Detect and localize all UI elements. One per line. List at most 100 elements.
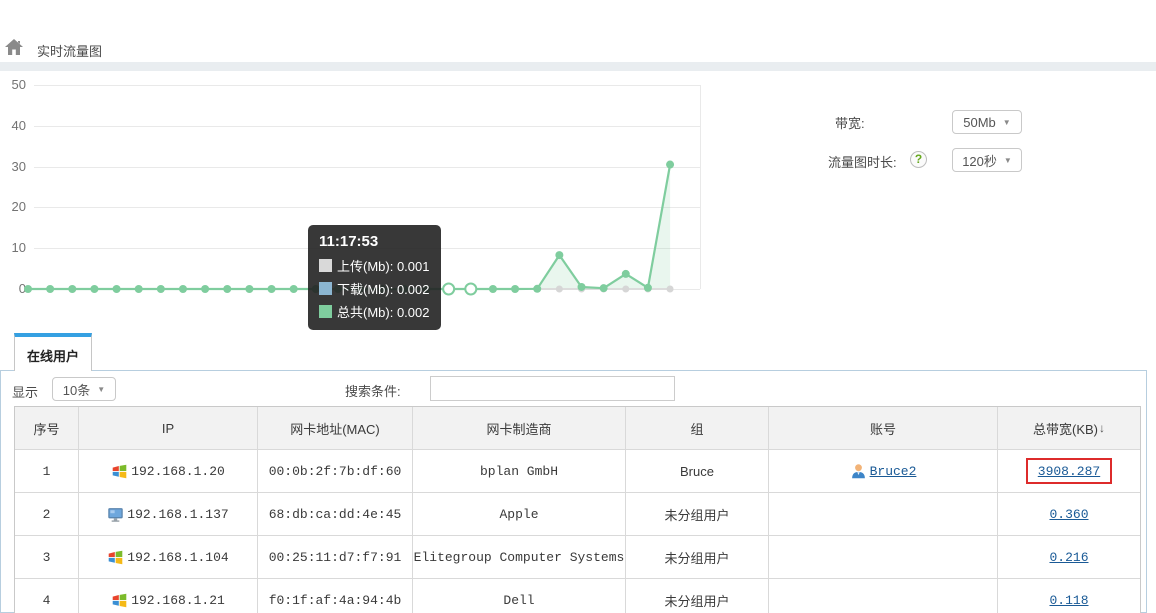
column-header-2[interactable]: 网卡地址(MAC)	[258, 407, 413, 449]
windows-os-icon	[108, 550, 123, 564]
help-icon[interactable]: ?	[910, 151, 927, 168]
cell-mac: 68:db:ca:dd:4e:45	[258, 493, 413, 535]
column-header-3[interactable]: 网卡制造商	[413, 407, 626, 449]
total-point-hollow[interactable]	[464, 282, 478, 296]
column-header-1[interactable]: IP	[79, 407, 258, 449]
secondary-point	[666, 285, 674, 293]
windows-os-icon	[112, 464, 127, 478]
duration-select[interactable]: 120秒 ▼	[952, 148, 1022, 172]
total-point[interactable]	[90, 285, 99, 293]
total-point[interactable]	[599, 284, 608, 293]
cell-mac: f0:1f:af:4a:94:4b	[258, 579, 413, 613]
cell-group: Bruce	[626, 450, 769, 492]
bandwidth-link[interactable]: 3908.287	[1038, 464, 1100, 479]
column-header-0[interactable]: 序号	[15, 407, 79, 449]
cell-bandwidth: 0.216	[998, 536, 1140, 578]
cell-group: 未分组用户	[626, 493, 769, 535]
total-point[interactable]	[134, 285, 143, 293]
cell-account: Bruce2	[769, 450, 998, 492]
total-point-hollow[interactable]	[442, 282, 456, 296]
tab-online-users[interactable]: 在线用户	[14, 333, 92, 371]
tooltip-total-label: 总共(Mb)	[337, 305, 390, 320]
tooltip-total-value: 0.002	[396, 305, 430, 320]
total-point[interactable]	[267, 285, 276, 293]
page-title: 实时流量图	[37, 44, 103, 59]
cell-index: 1	[15, 450, 79, 492]
total-point[interactable]	[223, 285, 232, 293]
chevron-down-icon: ▼	[97, 384, 106, 394]
tooltip-download-label: 下载(Mb)	[337, 282, 390, 297]
chevron-down-icon: ▼	[1003, 155, 1012, 165]
total-point[interactable]	[201, 285, 210, 293]
duration-label: 流量图时长:	[828, 155, 897, 170]
cell-vendor: Dell	[413, 579, 626, 613]
bandwidth-link[interactable]: 0.216	[1049, 550, 1088, 565]
total-point[interactable]	[555, 251, 564, 260]
total-point[interactable]	[488, 285, 497, 293]
cell-ip: 192.168.1.104	[79, 536, 258, 578]
total-point[interactable]	[68, 285, 77, 293]
bandwidth-link[interactable]: 0.118	[1049, 593, 1088, 608]
upload-swatch	[319, 259, 332, 272]
total-point[interactable]	[24, 285, 32, 293]
column-header-4[interactable]: 组	[626, 407, 769, 449]
chevron-down-icon: ▼	[1002, 117, 1011, 127]
table-row: 3 192.168.1.104 00:25:11:d7:f7:91 Elitegro…	[15, 535, 1140, 578]
tooltip-upload-label: 上传(Mb)	[337, 259, 390, 274]
total-point[interactable]	[643, 283, 652, 292]
page-size-select[interactable]: 10条 ▼	[52, 377, 116, 401]
total-point[interactable]	[511, 285, 520, 293]
tooltip-download-value: 0.002	[396, 282, 430, 297]
sort-descending-icon: ↓	[1099, 421, 1105, 435]
search-label: 搜索条件:	[345, 384, 401, 399]
cell-mac: 00:25:11:d7:f7:91	[258, 536, 413, 578]
show-label: 显示	[12, 385, 39, 400]
windows-os-icon	[112, 593, 127, 607]
home-icon-glyph	[5, 39, 23, 55]
cell-account	[769, 579, 998, 613]
cell-bandwidth: 0.360	[998, 493, 1140, 535]
total-point[interactable]	[621, 269, 630, 278]
bandwidth-label: 带宽:	[835, 116, 865, 131]
online-users-table: 序号 IP 网卡地址(MAC) 网卡制造商组账号 总带宽(KB) ↓ 1 192.168.…	[14, 406, 1141, 613]
secondary-point	[622, 285, 630, 293]
tooltip-time: 11:17:53	[319, 233, 379, 250]
total-point[interactable]	[46, 285, 55, 293]
duration-select-value: 120秒	[962, 153, 997, 169]
cell-ip: 192.168.1.21	[79, 579, 258, 613]
chart-tooltip: 11:17:53 上传(Mb): 0.001 下载(Mb): 0.002 总共(…	[308, 225, 441, 330]
table-row: 2 192.168.1.137 68:db:ca:dd:4e:45 Apple 未分组…	[15, 492, 1140, 535]
user-icon	[851, 463, 865, 478]
cell-mac: 00:0b:2f:7b:df:60	[258, 450, 413, 492]
bandwidth-link[interactable]: 0.360	[1049, 507, 1088, 522]
column-header-5[interactable]: 账号	[769, 407, 998, 449]
cell-bandwidth: 3908.287	[998, 450, 1140, 492]
total-point[interactable]	[577, 282, 586, 291]
cell-vendor: bplan GmbH	[413, 450, 626, 492]
total-point[interactable]	[245, 285, 254, 293]
cell-index: 2	[15, 493, 79, 535]
total-point[interactable]	[156, 285, 165, 293]
bandwidth-select[interactable]: 50Mb ▼	[952, 110, 1022, 134]
total-point[interactable]	[533, 284, 542, 293]
tooltip-upload-value: 0.001	[396, 259, 430, 274]
table-row: 1 192.168.1.20 00:0b:2f:7b:df:60 bplan Gmb…	[15, 449, 1140, 492]
account-link[interactable]: Bruce2	[870, 464, 917, 479]
total-point[interactable]	[178, 285, 187, 293]
cell-ip: 192.168.1.137	[79, 493, 258, 535]
cell-account	[769, 536, 998, 578]
table-row: 4 192.168.1.21 f0:1f:af:4a:94:4b Dell 未分组用户…	[15, 578, 1140, 613]
column-header-6[interactable]: 总带宽(KB) ↓	[998, 407, 1140, 449]
total-point[interactable]	[666, 160, 675, 169]
table-header-row: 序号 IP 网卡地址(MAC) 网卡制造商组账号 总带宽(KB) ↓	[15, 407, 1140, 449]
total-point[interactable]	[112, 285, 121, 293]
cell-vendor: Elitegroup Computer Systems	[413, 536, 626, 578]
total-point[interactable]	[289, 285, 298, 293]
cell-vendor: Apple	[413, 493, 626, 535]
bandwidth-select-value: 50Mb	[963, 114, 996, 130]
home-icon[interactable]	[4, 37, 24, 57]
tooltip-row-download: 下载(Mb): 0.002	[319, 279, 430, 298]
cell-ip: 192.168.1.20	[79, 450, 258, 492]
cell-group: 未分组用户	[626, 579, 769, 613]
search-input[interactable]	[430, 376, 675, 401]
